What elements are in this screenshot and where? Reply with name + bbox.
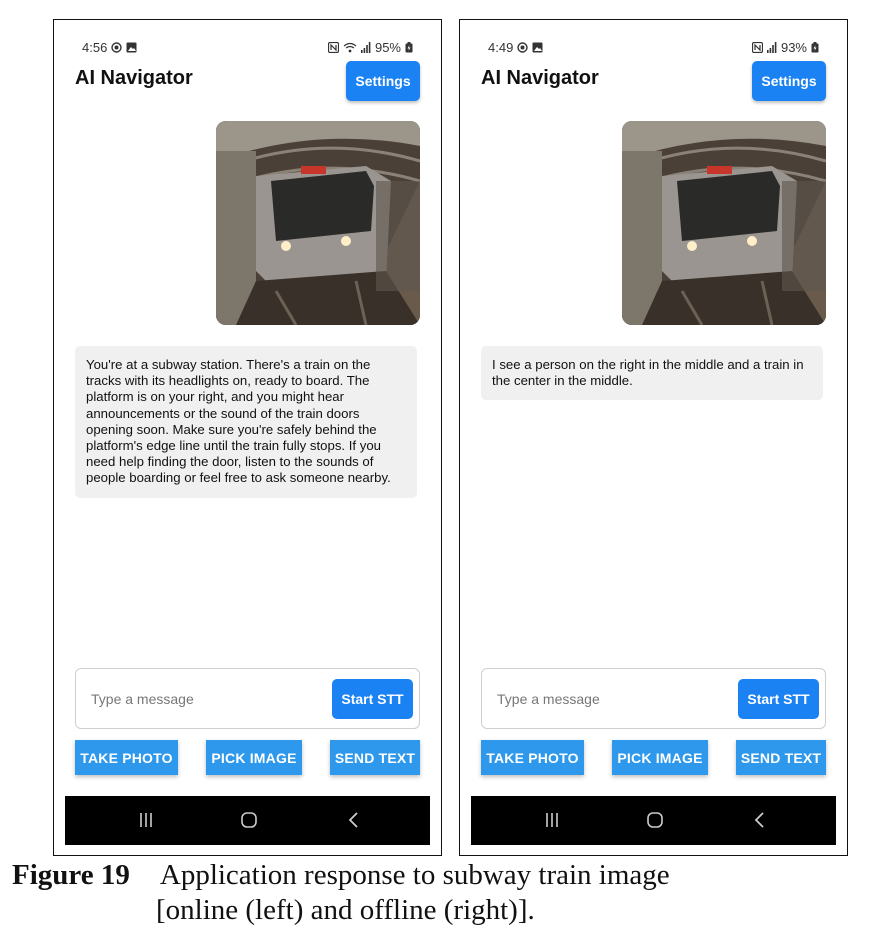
assistant-response-bubble: I see a person on the right in the middl… xyxy=(481,346,823,401)
target-icon xyxy=(517,42,529,53)
start-stt-button[interactable]: Start STT xyxy=(332,679,413,719)
subway-train-photo xyxy=(216,121,420,325)
settings-button[interactable]: Settings xyxy=(752,61,826,101)
battery-icon xyxy=(405,42,413,53)
back-icon[interactable] xyxy=(751,811,769,834)
settings-button[interactable]: Settings xyxy=(346,61,420,101)
take-photo-button[interactable]: TAKE PHOTO xyxy=(75,740,178,775)
nfc-icon xyxy=(751,42,763,53)
message-input[interactable]: Type a message xyxy=(497,691,600,707)
battery-level: 93% xyxy=(780,40,807,55)
caption-text-line1: Application response to subway train ima… xyxy=(159,859,670,891)
back-icon[interactable] xyxy=(345,811,363,834)
gallery-icon xyxy=(532,42,543,53)
signal-icon xyxy=(766,42,777,53)
message-input[interactable]: Type a message xyxy=(91,691,194,707)
phone-screen-offline: 4:49 93% AI Navigator Settings I see a p… xyxy=(459,19,848,856)
message-input-row: Type a message Start STT xyxy=(481,668,826,729)
wifi-icon xyxy=(343,42,357,53)
battery-level: 95% xyxy=(374,40,401,55)
phone-screen-online: 4:56 95% AI Navigator Settings You're at… xyxy=(53,19,442,856)
app-title: AI Navigator xyxy=(481,67,599,89)
send-text-button[interactable]: SEND TEXT xyxy=(736,740,826,775)
signal-icon xyxy=(360,42,371,53)
pick-image-button[interactable]: PICK IMAGE xyxy=(612,740,708,775)
system-nav-bar xyxy=(65,796,430,845)
recents-icon[interactable] xyxy=(137,811,155,834)
caption-text-line2: [online (left) and offline (right)]. xyxy=(156,894,535,926)
status-bar: 4:56 95% xyxy=(82,40,413,56)
recents-icon[interactable] xyxy=(543,811,561,834)
gallery-icon xyxy=(126,42,137,53)
figure-label: Figure 19 xyxy=(12,859,130,891)
start-stt-button[interactable]: Start STT xyxy=(738,679,819,719)
home-icon[interactable] xyxy=(240,811,258,834)
take-photo-button[interactable]: TAKE PHOTO xyxy=(481,740,584,775)
status-time: 4:49 xyxy=(488,40,514,55)
battery-icon xyxy=(811,42,819,53)
assistant-response-bubble: You're at a subway station. There's a tr… xyxy=(75,346,417,498)
message-input-row: Type a message Start STT xyxy=(75,668,420,729)
home-icon[interactable] xyxy=(646,811,664,834)
pick-image-button[interactable]: PICK IMAGE xyxy=(206,740,302,775)
nfc-icon xyxy=(327,42,339,53)
status-bar: 4:49 93% xyxy=(488,40,819,56)
subway-train-photo xyxy=(622,121,826,325)
system-nav-bar xyxy=(471,796,836,845)
status-time: 4:56 xyxy=(82,40,108,55)
figure-caption: Figure 19 Application response to subway … xyxy=(12,858,872,928)
app-title: AI Navigator xyxy=(75,67,193,89)
target-icon xyxy=(111,42,123,53)
send-text-button[interactable]: SEND TEXT xyxy=(330,740,420,775)
